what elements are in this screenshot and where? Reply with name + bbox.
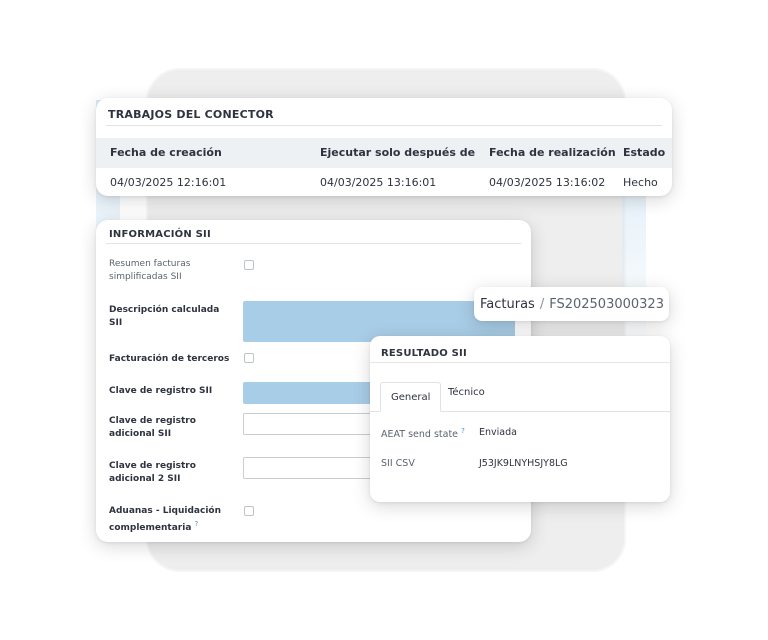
sii-csv-value: J53JK9LNYHSJY8LG — [479, 458, 568, 469]
divider — [370, 362, 670, 363]
help-icon[interactable]: ? — [195, 520, 199, 528]
field-label-calculated-description: Descripción calculada SII — [109, 305, 220, 328]
simplified-summary-checkbox[interactable] — [244, 260, 254, 270]
customs-settlement-label-text: Aduanas - Liquidación complementaria — [109, 506, 222, 533]
sii-info-title: INFORMACIÓN SII — [109, 229, 211, 240]
connector-jobs-card: TRABAJOS DEL CONECTOR Fecha de creación … — [96, 98, 672, 196]
cell-creation-date: 04/03/2025 12:16:01 — [110, 176, 227, 189]
field-label-additional-registry-key: Clave de registro adicional SII — [109, 416, 196, 439]
cell-done-date: 04/03/2025 13:16:02 — [489, 176, 606, 189]
aeat-send-state-value: Enviada — [479, 427, 517, 438]
help-icon[interactable]: ? — [461, 427, 465, 435]
field-label-customs-settlement: Aduanas - Liquidación complementaria ? — [109, 505, 229, 535]
aeat-send-state-label: AEAT send state ? — [381, 427, 465, 440]
registry-key-select[interactable] — [243, 382, 373, 404]
cell-run-after: 04/03/2025 13:16:01 — [320, 176, 437, 189]
connector-jobs-title: TRABAJOS DEL CONECTOR — [108, 108, 274, 121]
sii-csv-label: SII CSV — [381, 458, 415, 469]
third-party-billing-checkbox[interactable] — [244, 353, 254, 363]
column-header-creation-date[interactable]: Fecha de creación — [110, 146, 222, 159]
sii-result-card: RESULTADO SII General Técnico AEAT send … — [370, 336, 670, 502]
additional-registry-key-2-select[interactable] — [243, 457, 373, 479]
tab-general[interactable]: General — [380, 382, 442, 412]
field-label-simplified-summary: Resumen facturas simplificadas SII — [109, 259, 191, 282]
customs-settlement-checkbox[interactable] — [244, 506, 254, 516]
cell-status: Hecho — [623, 176, 658, 189]
additional-registry-key-select[interactable] — [243, 413, 373, 435]
divider — [106, 243, 521, 244]
column-header-status[interactable]: Estado — [623, 146, 665, 159]
tab-technical[interactable]: Técnico — [448, 387, 485, 398]
breadcrumb: Facturas / FS202503000323 — [474, 287, 669, 321]
sii-result-title: RESULTADO SII — [381, 348, 467, 359]
breadcrumb-link-invoices[interactable]: Facturas — [480, 297, 535, 312]
breadcrumb-separator: / — [539, 296, 545, 312]
column-header-done-date[interactable]: Fecha de realización — [489, 146, 616, 159]
field-label-registry-key: Clave de registro SII — [109, 386, 213, 396]
field-label-additional-registry-key-2: Clave de registro adicional 2 SII — [109, 461, 196, 484]
aeat-send-state-label-text: AEAT send state — [381, 429, 459, 441]
field-label-third-party-billing: Facturación de terceros — [109, 354, 230, 364]
breadcrumb-current-invoice: FS202503000323 — [549, 296, 664, 312]
column-header-run-after[interactable]: Ejecutar solo después de — [320, 146, 475, 159]
divider — [106, 125, 662, 126]
